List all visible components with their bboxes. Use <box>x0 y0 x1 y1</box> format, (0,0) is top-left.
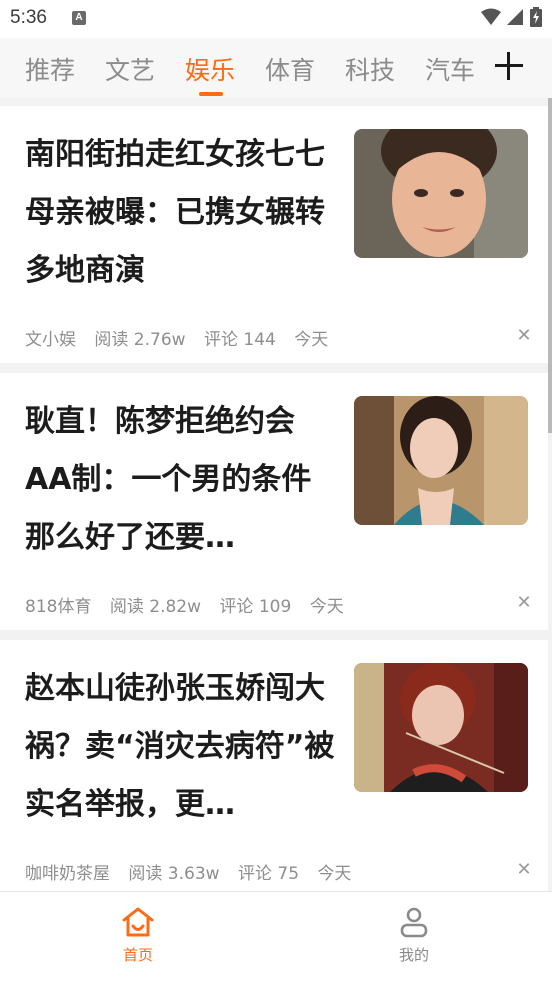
article-reads: 阅读 3.63w <box>128 864 220 884</box>
article-source: 818体育 <box>25 597 92 617</box>
tab-sports[interactable]: 体育 <box>265 51 315 87</box>
nav-me-label: 我的 <box>398 946 429 964</box>
article-card[interactable]: 南阳街拍走红女孩七七母亲被曝：已携女辗转多地商演 文小娱 阅读 2.76w 评论… <box>0 106 548 363</box>
article-comments: 评论 109 <box>219 597 292 617</box>
status-time: 5:36 <box>10 7 47 28</box>
bottom-navigation: 首页 我的 <box>0 891 552 983</box>
signal-icon <box>507 9 523 25</box>
dismiss-close-icon[interactable]: ✕ <box>515 327 533 345</box>
tab-tech[interactable]: 科技 <box>345 51 395 87</box>
article-meta: 文小娱 阅读 2.76w 评论 144 今天 <box>25 325 341 350</box>
category-tabs: 推荐 文艺 娱乐 体育 科技 汽车 <box>0 38 552 98</box>
battery-charging-icon <box>530 7 542 27</box>
dismiss-close-icon[interactable]: ✕ <box>515 594 533 612</box>
article-meta: 咖啡奶茶屋 阅读 3.63w 评论 75 今天 <box>25 859 364 884</box>
article-comments: 评论 75 <box>237 864 300 884</box>
article-title[interactable]: 耿直！陈梦拒绝约会AA制：一个男的条件那么好了还要… <box>25 393 335 567</box>
tab-auto[interactable]: 汽车 <box>425 51 475 87</box>
article-reads: 阅读 2.76w <box>94 330 186 350</box>
article-comments: 评论 144 <box>203 330 276 350</box>
tab-entertainment[interactable]: 娱乐 <box>185 51 235 87</box>
article-card[interactable]: 赵本山徒孙张玉娇闯大祸？卖“消灾去病符”被实名举报，更… 咖啡奶茶屋 阅读 3.… <box>0 640 548 897</box>
tab-recommend[interactable]: 推荐 <box>25 51 75 87</box>
dismiss-close-icon[interactable]: ✕ <box>515 861 533 879</box>
article-time: 今天 <box>317 864 352 884</box>
nav-me-button[interactable]: 我的 <box>374 906 454 965</box>
nav-home-button[interactable]: 首页 <box>98 906 178 965</box>
scrollbar[interactable] <box>548 98 552 433</box>
article-reads: 阅读 2.82w <box>109 597 202 617</box>
status-icons <box>481 7 542 27</box>
article-source: 咖啡奶茶屋 <box>25 864 110 884</box>
wifi-icon <box>481 8 501 25</box>
article-time: 今天 <box>294 330 329 350</box>
article-title[interactable]: 赵本山徒孙张玉娇闯大祸？卖“消灾去病符”被实名举报，更… <box>25 660 335 834</box>
tab-arts[interactable]: 文艺 <box>105 51 155 87</box>
article-thumbnail[interactable] <box>354 396 528 525</box>
home-icon <box>122 907 154 937</box>
article-card[interactable]: 耿直！陈梦拒绝约会AA制：一个男的条件那么好了还要… 818体育 阅读 2.82… <box>0 373 548 630</box>
article-thumbnail[interactable] <box>354 129 528 258</box>
article-meta: 818体育 阅读 2.82w 评论 109 今天 <box>25 592 357 617</box>
article-thumbnail[interactable] <box>354 663 528 792</box>
status-bar: 5:36 A <box>0 0 552 38</box>
nav-home-label: 首页 <box>122 946 153 964</box>
article-title[interactable]: 南阳街拍走红女孩七七母亲被曝：已携女辗转多地商演 <box>25 126 335 300</box>
article-source: 文小娱 <box>25 330 76 350</box>
user-icon <box>400 907 428 938</box>
active-tab-indicator <box>199 92 223 96</box>
add-channel-button[interactable] <box>495 52 523 80</box>
article-time: 今天 <box>309 597 344 617</box>
notification-icon: A <box>72 11 86 25</box>
